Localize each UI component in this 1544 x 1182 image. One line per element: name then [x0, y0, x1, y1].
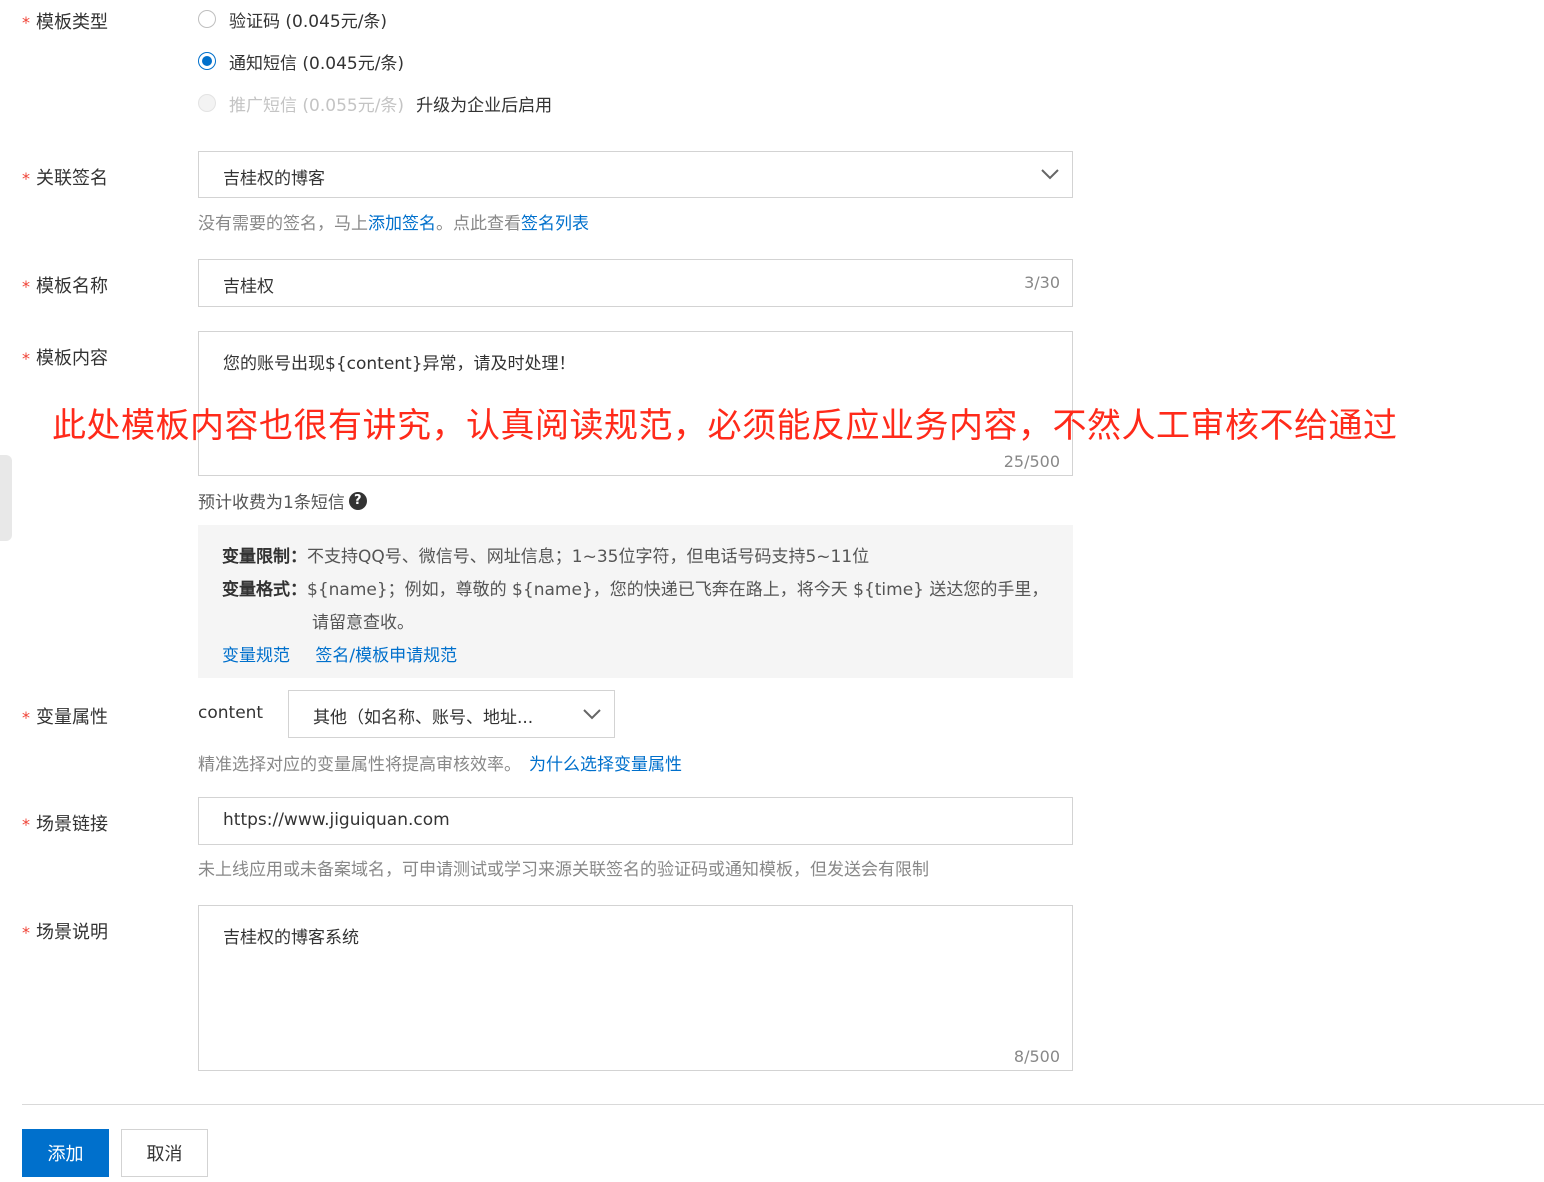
- variable-attr-hint: 精准选择对应的变量属性将提高审核效率。 为什么选择变量属性: [198, 755, 682, 775]
- scene-desc-textarea[interactable]: 吉桂权的博客系统 8/500: [198, 905, 1073, 1071]
- question-circle-icon[interactable]: ?: [348, 491, 367, 510]
- required-mark: *: [22, 13, 30, 32]
- variable-format-row: 变量格式：${name}；例如，尊敬的 ${name}，您的快递已飞奔在路上，将…: [222, 580, 1049, 600]
- scene-desc-label: * 场景说明: [22, 922, 108, 943]
- red-annotation-text: 此处模板内容也很有讲究，认真阅读规范，必须能反应业务内容，不然人工审核不给通过: [52, 406, 1398, 446]
- rules-links: 变量规范 签名/模板申请规范: [222, 641, 457, 666]
- template-content-label: * 模板内容: [22, 348, 108, 369]
- signature-label: * 关联签名: [22, 168, 108, 189]
- variable-spec-link[interactable]: 变量规范: [222, 646, 290, 666]
- radio-promotion-sms: 推广短信 (0.055元/条) 升级为企业后启用: [198, 91, 553, 116]
- radio-button-disabled: [198, 94, 216, 112]
- side-collapse-handle[interactable]: [0, 455, 12, 541]
- char-counter: 8/500: [1013, 1047, 1060, 1066]
- radio-button[interactable]: [198, 10, 216, 28]
- variable-attr-select[interactable]: 其他（如名称、账号、地址...: [288, 690, 615, 738]
- variable-name: content: [198, 703, 264, 723]
- why-variable-attr-link[interactable]: 为什么选择变量属性: [529, 755, 682, 775]
- radio-verification-code[interactable]: 验证码 (0.045元/条): [198, 7, 387, 32]
- scene-link-input[interactable]: https://www.jiguiquan.com: [198, 797, 1073, 845]
- footer-divider: [22, 1104, 1544, 1105]
- upgrade-note: 升级为企业后启用: [416, 95, 553, 116]
- variable-rules-panel: 变量限制：不支持QQ号、微信号、网址信息；1~35位字符，但电话号码支持5~11…: [198, 525, 1073, 678]
- cost-estimate: 预计收费为1条短信 ?: [198, 488, 367, 513]
- scene-link-hint: 未上线应用或未备案域名，可申请测试或学习来源关联签名的验证码或通知模板，但发送会…: [198, 860, 929, 880]
- char-counter: 25/500: [1003, 452, 1060, 471]
- chevron-down-icon: [1041, 169, 1059, 180]
- signature-select[interactable]: 吉桂权的博客: [198, 151, 1073, 198]
- template-name-label: * 模板名称: [22, 276, 108, 297]
- add-button[interactable]: 添加: [22, 1129, 109, 1177]
- variable-limit-row: 变量限制：不支持QQ号、微信号、网址信息；1~35位字符，但电话号码支持5~11…: [222, 547, 870, 567]
- variable-attr-label: * 变量属性: [22, 707, 108, 728]
- radio-notification-sms[interactable]: 通知短信 (0.045元/条): [198, 49, 404, 74]
- variable-format-row-cont: 请留意查收。: [312, 613, 414, 633]
- application-spec-link[interactable]: 签名/模板申请规范: [315, 646, 457, 666]
- cancel-button[interactable]: 取消: [121, 1129, 208, 1177]
- add-signature-link[interactable]: 添加签名: [368, 214, 436, 234]
- template-name-input[interactable]: 吉桂权 3/30: [198, 259, 1073, 307]
- radio-button-checked[interactable]: [198, 52, 216, 70]
- chevron-down-icon: [583, 709, 601, 720]
- char-counter: 3/30: [1024, 273, 1060, 292]
- template-type-label: * 模板类型: [22, 12, 108, 33]
- signature-hint: 没有需要的签名，马上添加签名。点此查看签名列表: [198, 214, 589, 234]
- scene-link-label: * 场景链接: [22, 814, 108, 835]
- template-form-page: * 模板类型 验证码 (0.045元/条) 通知短信 (0.045元/条) 推广短…: [0, 0, 1544, 1182]
- signature-list-link[interactable]: 签名列表: [521, 214, 589, 234]
